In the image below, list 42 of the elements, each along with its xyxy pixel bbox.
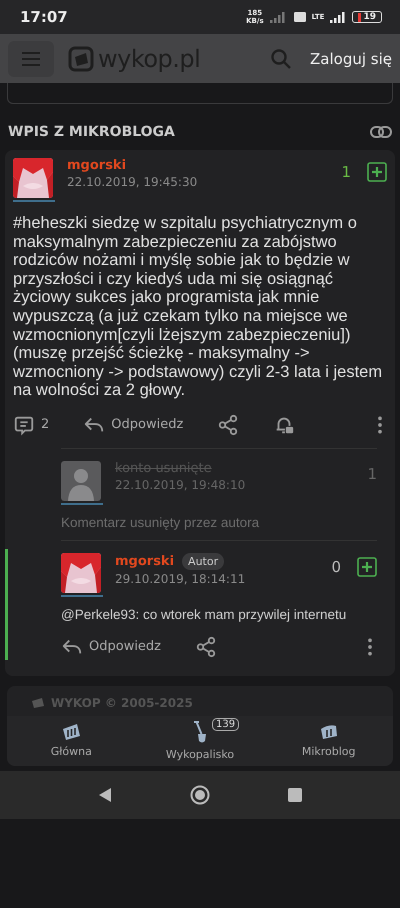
comment-text: Komentarz usunięty przez autora (61, 514, 260, 530)
avatar-icon (61, 460, 101, 501)
vote-count: 1 (341, 163, 351, 181)
nav-item[interactable]: Wykopalisko 139 (136, 716, 264, 766)
share-icon[interactable] (217, 414, 240, 436)
vote-count: 1 (367, 464, 377, 483)
volte-icon (294, 12, 306, 22)
nav-item[interactable]: Mikroblog (264, 716, 394, 766)
reply-button[interactable]: Odpowiedz (61, 636, 162, 658)
section-title: WPIS Z MIKROBLOGA (8, 124, 175, 140)
more-icon[interactable] (367, 636, 373, 657)
recents-button[interactable] (288, 788, 302, 802)
logo-icon (31, 696, 45, 709)
comment-text: @Perkele93: co wtorek mam przywilej internetu (61, 606, 348, 622)
comments-button[interactable]: 2 (13, 414, 50, 436)
logo-icon (318, 723, 339, 742)
back-button[interactable] (98, 786, 112, 803)
vote-count: 0 (331, 558, 341, 576)
logo-icon (68, 46, 94, 72)
logo-icon (61, 723, 82, 742)
nav-item[interactable]: Główna (7, 716, 136, 766)
post-date: 22.10.2019, 19:48:10 (115, 478, 246, 492)
upvote-button[interactable] (357, 556, 377, 577)
author-name[interactable]: mgorski (115, 554, 174, 569)
shovel-icon (192, 720, 208, 744)
login-button[interactable]: Zaloguj się (310, 50, 392, 68)
battery-level: 19 (352, 11, 382, 23)
reply-button[interactable]: Odpowiedz (83, 414, 184, 436)
author-badge: Autor (182, 552, 224, 570)
post-date: 22.10.2019, 19:45:30 (67, 175, 198, 189)
count-badge: 139 (212, 718, 240, 731)
author-name[interactable]: mgorski (67, 158, 330, 173)
post-date: 29.10.2019, 18:14:11 (115, 572, 246, 586)
home-button[interactable] (190, 784, 210, 805)
upvote-button[interactable] (367, 162, 387, 182)
more-icon[interactable] (377, 414, 383, 435)
clock: 17:07 (20, 8, 69, 26)
menu-icon (21, 52, 41, 66)
signal-icon (330, 11, 346, 23)
post-text: #heheszki siedzę w szpitalu psychiatrycznym o maksymalnym zabezpieczeniu za zabójstwo rodziców nożami i myślę sobie jak to będzie w przyszłości i czy kiedyś uda mi się osiągnąć życiowy sukces jako programista jak mnie wypuszczą (a już czekam tylko na miejsce we wzmocnionym[czyli lżejszym zabezpieczeniu]) (muszę przejść ścieżkę - maksymalny -> wzmocniony -> podstawowy) czyli 2-3 lata i jestem na wolności za 2 głowy. (13, 214, 384, 400)
share-icon[interactable] (195, 636, 218, 658)
link-icon[interactable] (370, 126, 392, 138)
